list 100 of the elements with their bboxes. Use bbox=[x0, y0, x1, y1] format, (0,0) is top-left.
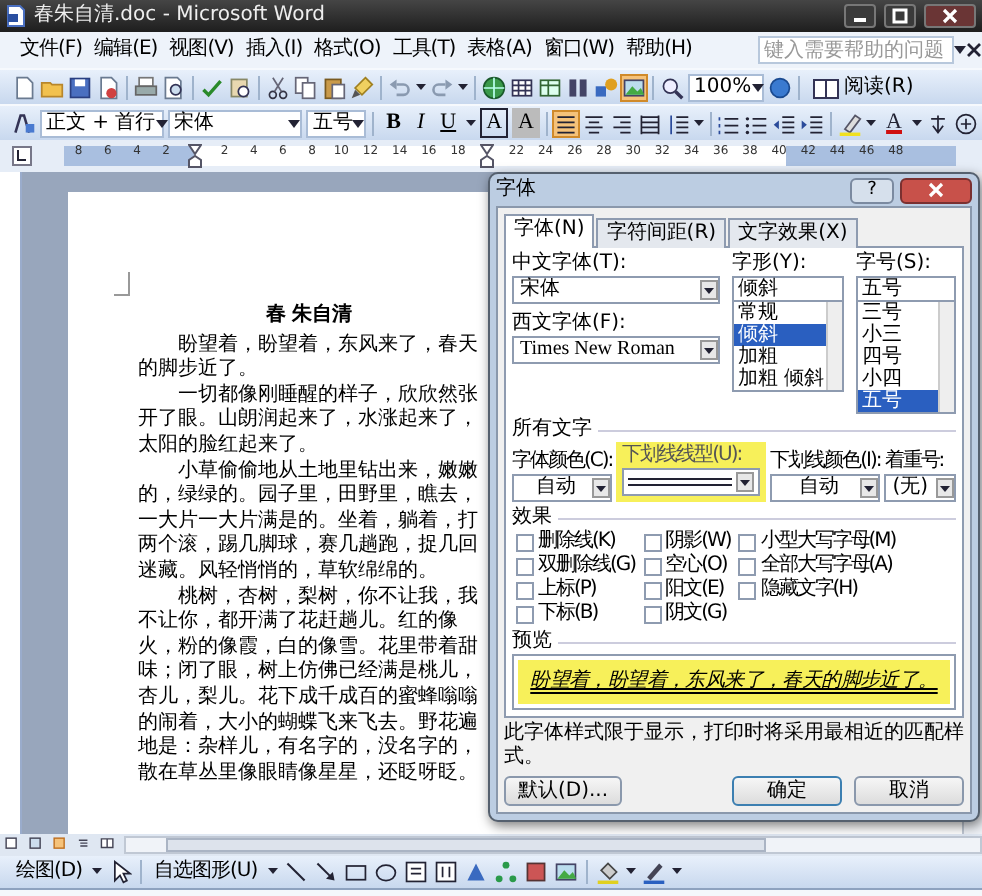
checkbox-label[interactable]: 小型大写字母(M) bbox=[760, 530, 896, 554]
checkbox-label[interactable]: 阴影(W) bbox=[665, 530, 731, 554]
font-combo[interactable]: 宋体 bbox=[168, 109, 303, 137]
menu-item[interactable]: 工具(T) bbox=[388, 38, 460, 62]
font-color-button[interactable]: A bbox=[880, 108, 908, 138]
help-search-field[interactable]: 键入需要帮助的问题 bbox=[758, 36, 954, 64]
list-scrollbar[interactable] bbox=[938, 302, 954, 412]
globe-icon[interactable] bbox=[482, 75, 506, 99]
checkbox[interactable] bbox=[516, 605, 534, 623]
emphasis-mark-combo[interactable]: (无) bbox=[884, 474, 956, 502]
underline-color-combo[interactable]: 自动 bbox=[770, 474, 881, 502]
font-style-field[interactable]: 倾斜 bbox=[732, 276, 844, 302]
checkbox[interactable] bbox=[516, 533, 534, 551]
chinese-font-combo[interactable]: 宋体 bbox=[512, 276, 720, 304]
menu-item[interactable]: 视图(V) bbox=[165, 38, 238, 62]
checkbox[interactable] bbox=[516, 581, 534, 599]
checkbox[interactable] bbox=[516, 557, 534, 575]
fill-bucket-icon[interactable] bbox=[595, 860, 620, 884]
list-option[interactable]: 小四 bbox=[858, 368, 938, 390]
line-spacing-icon[interactable] bbox=[665, 111, 690, 135]
save-icon[interactable] bbox=[68, 75, 92, 99]
tab[interactable]: 字体(N) bbox=[504, 214, 595, 248]
checkbox[interactable] bbox=[643, 581, 662, 599]
picture-icon[interactable] bbox=[622, 75, 646, 99]
western-font-combo[interactable]: Times New Roman bbox=[512, 336, 720, 364]
read-button[interactable]: 阅读(R) bbox=[806, 72, 920, 102]
checkbox[interactable] bbox=[643, 605, 662, 623]
align-right-icon[interactable] bbox=[609, 111, 634, 135]
help-button[interactable]: ? bbox=[850, 177, 894, 203]
style-combo[interactable]: 正文 + 首行 bbox=[40, 109, 164, 137]
font-color-combo[interactable]: 自动 bbox=[512, 474, 613, 502]
checkbox[interactable] bbox=[643, 533, 662, 551]
draw-menu-button[interactable]: 绘图(D) bbox=[12, 860, 87, 884]
checkmark-icon[interactable] bbox=[200, 75, 224, 99]
cancel-button[interactable]: 取消 bbox=[854, 776, 964, 806]
rectangle-icon[interactable] bbox=[343, 860, 368, 884]
list-option[interactable]: 加粗 倾斜 bbox=[734, 368, 826, 390]
menu-item[interactable]: 插入(I) bbox=[241, 38, 307, 62]
highlighter-icon[interactable] bbox=[838, 111, 863, 135]
list-option[interactable]: 倾斜 bbox=[734, 324, 826, 346]
checkbox-label[interactable]: 删除线(K) bbox=[538, 530, 615, 554]
indent-marker-icon[interactable] bbox=[188, 144, 203, 168]
tab[interactable]: 字符间距(R) bbox=[596, 218, 727, 248]
spreadsheet-icon[interactable] bbox=[538, 75, 562, 99]
bullets-icon[interactable] bbox=[744, 111, 769, 135]
italic-button[interactable]: I bbox=[410, 108, 431, 138]
copy-icon[interactable] bbox=[294, 75, 318, 99]
indent-marker-icon[interactable] bbox=[480, 144, 495, 168]
close-button[interactable] bbox=[900, 177, 972, 203]
list-option[interactable]: 加粗 bbox=[734, 346, 826, 368]
ok-button[interactable]: 确定 bbox=[732, 776, 842, 806]
scissors-icon[interactable] bbox=[266, 75, 290, 99]
menu-item[interactable]: 格式(O) bbox=[310, 38, 385, 62]
bold-button[interactable]: B bbox=[380, 108, 407, 138]
picture-icon[interactable] bbox=[553, 860, 578, 884]
zoom-combo[interactable]: 100% bbox=[688, 73, 764, 101]
menu-item[interactable]: 窗口(W) bbox=[539, 38, 619, 62]
decrease-indent-icon[interactable] bbox=[772, 111, 797, 135]
character-shading-button[interactable]: A bbox=[512, 108, 540, 138]
checkbox-label[interactable]: 阴文(G) bbox=[665, 602, 727, 626]
paste-icon[interactable] bbox=[322, 75, 346, 99]
close-button[interactable] bbox=[924, 4, 976, 28]
underline-style-combo[interactable] bbox=[622, 468, 761, 496]
checkbox-label[interactable]: 空心(O) bbox=[665, 554, 727, 578]
checkbox-label[interactable]: 阳文(E) bbox=[665, 578, 724, 602]
font-size-combo[interactable]: 五号 bbox=[306, 109, 367, 137]
list-option[interactable]: 四号 bbox=[858, 346, 938, 368]
brush-icon[interactable] bbox=[350, 75, 374, 99]
horizontal-scrollbar[interactable] bbox=[124, 836, 982, 854]
list-option[interactable]: 小三 bbox=[858, 324, 938, 346]
columns-icon[interactable] bbox=[566, 75, 590, 99]
checkbox-label[interactable]: 全部大写字母(A) bbox=[760, 554, 892, 578]
menu-item[interactable]: 文件(F) bbox=[16, 38, 87, 62]
menu-item[interactable]: 帮助(H) bbox=[622, 38, 696, 62]
printer-icon[interactable] bbox=[134, 75, 158, 99]
list-option[interactable]: 三号 bbox=[858, 302, 938, 324]
text-box-icon[interactable] bbox=[403, 860, 428, 884]
vertical-text-box-icon[interactable] bbox=[433, 860, 458, 884]
scroll-thumb[interactable] bbox=[166, 838, 766, 852]
close-icon[interactable] bbox=[966, 42, 982, 58]
minimize-button[interactable] bbox=[844, 4, 876, 28]
checkbox-label[interactable]: 双删除线(G) bbox=[538, 554, 636, 578]
oval-icon[interactable] bbox=[373, 860, 398, 884]
line-icon[interactable] bbox=[283, 860, 308, 884]
menu-item[interactable]: 编辑(E) bbox=[90, 38, 162, 62]
cursor-icon[interactable] bbox=[108, 860, 133, 884]
checkbox[interactable] bbox=[738, 533, 757, 551]
checkbox-label[interactable]: 上标(P) bbox=[538, 578, 596, 602]
increase-indent-icon[interactable] bbox=[800, 111, 825, 135]
default-button[interactable]: 默认(D)... bbox=[504, 776, 623, 806]
numbering-icon[interactable] bbox=[716, 111, 741, 135]
new-document-icon[interactable] bbox=[12, 75, 36, 99]
distribute-icon[interactable] bbox=[637, 111, 662, 135]
autoshapes-button[interactable]: 自选图形(U) bbox=[150, 860, 262, 884]
tab-selector-icon[interactable] bbox=[12, 146, 32, 166]
pen-icon[interactable] bbox=[641, 860, 666, 884]
checkbox[interactable] bbox=[643, 557, 662, 575]
align-justify-icon[interactable] bbox=[553, 111, 578, 135]
list-scrollbar[interactable] bbox=[826, 302, 842, 390]
magnifier-icon[interactable] bbox=[660, 75, 684, 99]
